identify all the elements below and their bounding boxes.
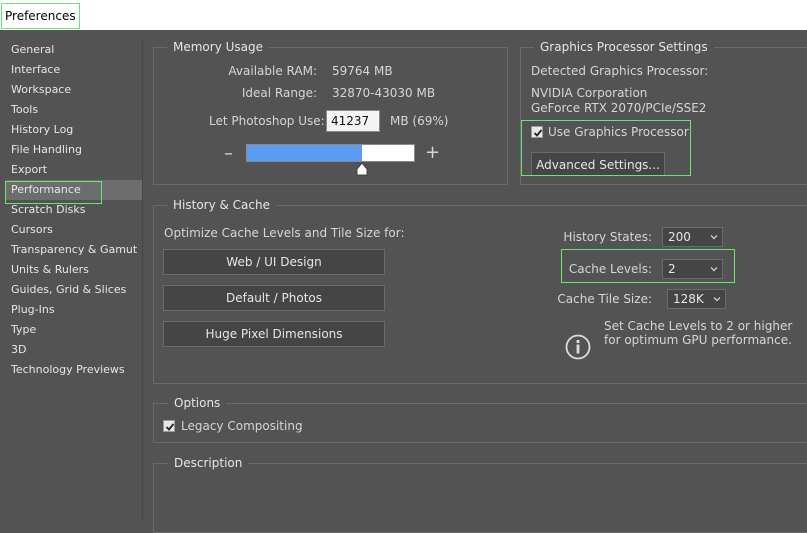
description-group: Description — [153, 455, 807, 533]
sidebar: General Interface Workspace Tools Histor… — [5, 40, 143, 520]
cache-tile-size-select[interactable]: 128K — [667, 289, 726, 309]
sidebar-item-scratch-disks[interactable]: Scratch Disks — [5, 200, 142, 220]
sidebar-item-export[interactable]: Export — [5, 160, 142, 180]
sidebar-item-transparency-gamut[interactable]: Transparency & Gamut — [5, 240, 142, 260]
gpu-settings-title: Graphics Processor Settings — [534, 39, 714, 55]
sidebar-item-guides-grid-slices[interactable]: Guides, Grid & Slices — [5, 280, 142, 300]
chevron-down-icon — [713, 297, 721, 302]
sidebar-item-cursors[interactable]: Cursors — [5, 220, 142, 240]
cache-tile-size-value: 128K — [673, 292, 704, 306]
available-ram-value: 59764 MB — [332, 64, 393, 78]
increase-memory-button[interactable]: + — [425, 144, 440, 162]
history-states-label: History States: — [563, 230, 652, 244]
sidebar-item-workspace[interactable]: Workspace — [5, 80, 142, 100]
options-title: Options — [168, 395, 227, 411]
cache-tile-size-label: Cache Tile Size: — [557, 292, 652, 306]
gpu-model: GeForce RTX 2070/PCIe/SSE2 — [531, 101, 707, 115]
memory-slider-thumb[interactable] — [356, 163, 368, 176]
checkmark-icon — [533, 129, 543, 137]
ideal-range-value: 32870-43030 MB — [332, 86, 436, 100]
history-states-select[interactable]: 200 — [662, 227, 723, 247]
sidebar-item-general[interactable]: General — [5, 40, 142, 60]
checkmark-icon — [165, 423, 175, 431]
sidebar-item-file-handling[interactable]: File Handling — [5, 140, 142, 160]
memory-slider-fill — [247, 145, 362, 161]
sidebar-item-3d[interactable]: 3D — [5, 340, 142, 360]
use-gpu-checkbox[interactable] — [531, 126, 543, 138]
detected-gpu-label: Detected Graphics Processor: — [531, 64, 709, 78]
web-ui-design-button[interactable]: Web / UI Design — [163, 249, 385, 275]
photoshop-use-suffix: MB (69%) — [390, 114, 449, 128]
sidebar-item-technology-previews[interactable]: Technology Previews — [5, 360, 142, 380]
cache-levels-label: Cache Levels: — [568, 262, 652, 276]
chevron-down-icon — [710, 267, 718, 272]
legacy-compositing-checkbox[interactable] — [163, 420, 175, 432]
memory-usage-group: Memory Usage Available RAM: 59764 MB Ide… — [153, 39, 508, 185]
available-ram-label: Available RAM: — [228, 64, 317, 78]
title-bar: Preferences — [0, 0, 807, 30]
options-group: Options Legacy Compositing — [153, 395, 807, 443]
use-gpu-label: Use Graphics Processor — [548, 125, 689, 139]
memory-slider-track[interactable] — [246, 144, 415, 162]
window-title: Preferences — [1, 3, 80, 29]
default-photos-button[interactable]: Default / Photos — [163, 285, 385, 311]
description-title: Description — [168, 455, 249, 471]
sidebar-item-interface[interactable]: Interface — [5, 60, 142, 80]
sidebar-item-history-log[interactable]: History Log — [5, 120, 142, 140]
legacy-compositing-label: Legacy Compositing — [181, 419, 303, 433]
sidebar-item-plug-ins[interactable]: Plug-Ins — [5, 300, 142, 320]
info-icon — [565, 334, 591, 360]
sidebar-item-units-rulers[interactable]: Units & Rulers — [5, 260, 142, 280]
cache-levels-select[interactable]: 2 — [662, 259, 723, 279]
optimize-cache-label: Optimize Cache Levels and Tile Size for: — [164, 226, 405, 240]
huge-pixel-dimensions-button[interactable]: Huge Pixel Dimensions — [163, 321, 385, 347]
photoshop-use-label: Let Photoshop Use: — [209, 114, 325, 128]
history-states-value: 200 — [668, 230, 691, 244]
memory-usage-title: Memory Usage — [167, 39, 270, 55]
chevron-down-icon — [710, 235, 718, 240]
info-text-line-2: for optimum GPU performance. — [604, 333, 792, 347]
sidebar-item-type[interactable]: Type — [5, 320, 142, 340]
photoshop-use-input[interactable]: 41237 — [326, 110, 380, 132]
history-cache-title: History & Cache — [167, 197, 276, 213]
sidebar-item-tools[interactable]: Tools — [5, 100, 142, 120]
gpu-vendor: NVIDIA Corporation — [531, 86, 648, 100]
cache-levels-value: 2 — [668, 262, 676, 276]
history-cache-group: History & Cache Optimize Cache Levels an… — [153, 197, 807, 384]
sidebar-item-performance[interactable]: Performance — [5, 180, 142, 200]
gpu-settings-group: Graphics Processor Settings Detected Gra… — [520, 39, 807, 185]
advanced-settings-button[interactable]: Advanced Settings... — [531, 152, 665, 176]
ideal-range-label: Ideal Range: — [241, 86, 317, 100]
decrease-memory-button[interactable]: – — [224, 145, 233, 163]
